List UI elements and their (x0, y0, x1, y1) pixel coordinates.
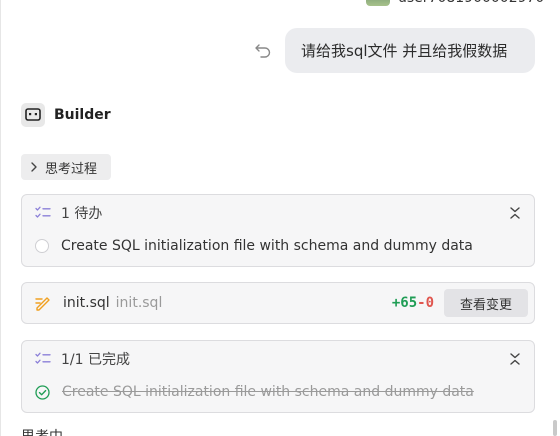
assistant-name: Builder (54, 107, 111, 123)
deletions-count: -0 (417, 295, 434, 311)
todo-pending-title: 1 待办 (61, 206, 103, 222)
thinking-label: 思考过程 (45, 161, 98, 177)
file-path: init.sql (115, 295, 163, 311)
additions-count: +65 (391, 295, 418, 311)
view-changes-button[interactable]: 查看变更 (444, 289, 528, 317)
todo-done-header[interactable]: 1/1 已完成 (22, 341, 534, 377)
user-message-text: 请给我sql文件 并且给我假数据 (301, 42, 508, 60)
todo-list-icon (35, 352, 51, 364)
todo-pending-header[interactable]: 1 待办 (22, 195, 534, 231)
assistant-header: Builder (21, 103, 111, 127)
builder-icon (21, 103, 45, 127)
scrollbar[interactable] (553, 420, 557, 436)
todo-item: Create SQL initialization file with sche… (22, 231, 534, 261)
todo-done-card: 1/1 已完成 Create SQL initialization file w… (21, 340, 535, 413)
status-text: 思考中 (21, 426, 63, 436)
todo-list-icon (35, 206, 51, 218)
thinking-toggle[interactable]: 思考过程 (21, 154, 111, 180)
collapse-icon[interactable] (504, 348, 526, 370)
file-change-card: init.sql init.sql +65 -0 查看变更 (21, 282, 535, 324)
user-message-bubble: 请给我sql文件 并且给我假数据 (285, 28, 535, 73)
todo-item-text: Create SQL initialization file with sche… (62, 384, 474, 400)
todo-item: Create SQL initialization file with sche… (22, 377, 534, 407)
username: user7081900002970 (398, 0, 544, 6)
todo-item-text: Create SQL initialization file with sche… (61, 238, 473, 254)
unchecked-circle-icon (35, 239, 49, 253)
edit-file-icon (35, 297, 50, 311)
avatar (366, 0, 390, 6)
user-header: user7081900002970 (366, 0, 544, 6)
check-circle-icon (35, 384, 50, 400)
todo-done-title: 1/1 已完成 (61, 352, 130, 368)
undo-icon[interactable] (253, 40, 273, 60)
chevron-right-icon (31, 162, 37, 172)
todo-pending-card: 1 待办 Create SQL initialization file with… (21, 194, 535, 267)
collapse-icon[interactable] (504, 202, 526, 224)
panel-border (0, 0, 1, 436)
file-name[interactable]: init.sql (63, 295, 110, 311)
